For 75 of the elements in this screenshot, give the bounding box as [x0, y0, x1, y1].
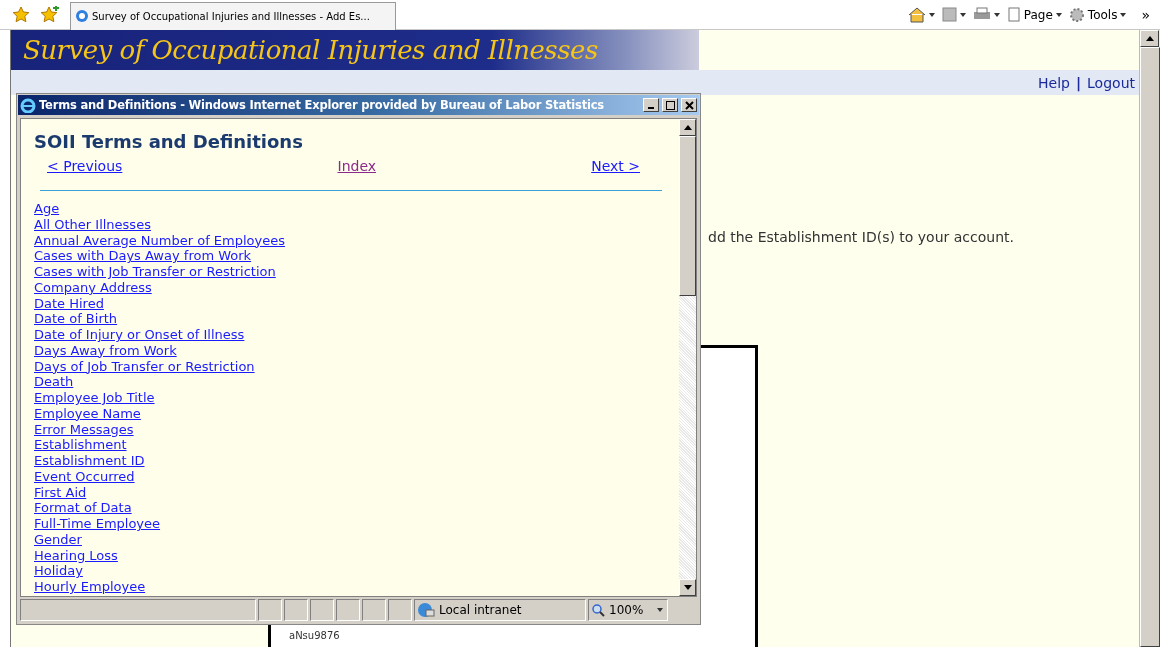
term-link[interactable]: Age [34, 201, 60, 217]
term-link[interactable]: Annual Average Number of Employees [34, 232, 285, 249]
term-link[interactable]: Hourly Employee [34, 579, 146, 595]
logout-link[interactable]: Logout [1087, 74, 1135, 91]
down-arrow-icon [683, 585, 692, 590]
term-link[interactable]: Employee Job Title [34, 390, 155, 406]
term-link[interactable]: Error Messages [34, 421, 134, 438]
dropdown-caret-icon[interactable] [1120, 12, 1127, 17]
term-link[interactable]: Event Occurred [34, 468, 135, 485]
term-link[interactable]: Holiday [34, 563, 83, 579]
password-text: aNsu9876 [289, 630, 340, 641]
scroll-up-button[interactable] [679, 119, 696, 136]
close-icon [684, 100, 694, 110]
dropdown-caret-icon [657, 608, 664, 612]
status-panel [310, 599, 334, 621]
status-panel [284, 599, 308, 621]
popup-heading: SOII Terms and Definitions [34, 131, 303, 152]
magnifier-icon [592, 603, 605, 617]
status-panel [258, 599, 282, 621]
link-separator: | [1075, 74, 1082, 91]
term-link[interactable]: Cases with Days Away from Work [34, 248, 252, 264]
term-link[interactable]: Format of Data [34, 500, 132, 516]
term-link[interactable]: Date of Injury or Onset of Illness [34, 327, 245, 343]
zoom-control[interactable]: 100% [588, 599, 668, 621]
close-button[interactable] [681, 98, 697, 112]
term-link[interactable]: Full-Time Employee [34, 516, 161, 532]
term-link[interactable]: Cases with Job Transfer or Restriction [34, 264, 276, 280]
status-panel [388, 599, 412, 621]
term-link[interactable]: First Aid [34, 484, 87, 501]
dropdown-caret-icon[interactable] [959, 12, 966, 17]
term-link[interactable]: Date Hired [34, 295, 104, 312]
nav-link[interactable]: Index [337, 158, 377, 174]
term-link[interactable]: Company Address [34, 279, 152, 296]
tools-menu[interactable]: Tools [1087, 7, 1118, 22]
term-link[interactable]: Days Away from Work [34, 342, 177, 359]
browser-tab[interactable]: Survey of Occupational Injuries and Illnesses - Add Es... [70, 1, 396, 30]
dropdown-caret-icon[interactable] [993, 12, 1000, 17]
dropdown-caret-icon[interactable] [1055, 12, 1062, 17]
term-link[interactable]: Establishment [34, 437, 127, 453]
scroll-up-button[interactable] [1140, 30, 1159, 47]
term-link[interactable]: Date of Birth [34, 311, 118, 327]
instruction-text: dd the Establishment ID(s) to your account. [708, 229, 1014, 245]
home-icon[interactable] [907, 6, 926, 23]
term-link[interactable]: Gender [34, 531, 82, 548]
term-link[interactable]: All Other Illnesses [34, 216, 151, 233]
nav-link[interactable]: < Previous [47, 158, 123, 174]
up-arrow-icon [1145, 36, 1154, 41]
term-link[interactable]: Establishment ID [34, 453, 145, 469]
status-panel [336, 599, 360, 621]
term-link[interactable]: Hearing Loss [34, 547, 118, 564]
status-panel [362, 599, 386, 621]
star-icon[interactable] [12, 5, 30, 24]
gear-icon [1068, 6, 1085, 23]
maximize-icon [665, 100, 675, 110]
term-link[interactable]: Days of Job Transfer or Restriction [34, 358, 255, 375]
add-star-icon[interactable] [40, 5, 60, 24]
site-title: Survey of Occupational Injuries and Illnesses [23, 35, 598, 65]
zone-text: Local intranet [439, 603, 522, 617]
maximize-button[interactable] [662, 98, 678, 112]
popup-title: Terms and Definitions - Windows Internet Explorer provided by Bureau of Labor Statistics [39, 98, 605, 112]
term-link[interactable]: Employee Name [34, 405, 141, 422]
scroll-thumb[interactable] [679, 136, 696, 296]
dropdown-caret-icon[interactable] [928, 12, 935, 17]
nav-link[interactable]: Next > [591, 158, 640, 174]
scroll-down-button[interactable] [679, 579, 696, 596]
scrollbar[interactable] [679, 119, 696, 596]
help-link[interactable]: Help [1038, 74, 1070, 91]
term-link[interactable]: Death [34, 374, 74, 390]
network-icon [417, 602, 435, 618]
minimize-button[interactable] [643, 98, 659, 112]
page-menu[interactable]: Page [1023, 7, 1053, 22]
up-arrow-icon [683, 125, 692, 130]
print-icon[interactable] [972, 7, 991, 22]
more-button[interactable]: » [1141, 6, 1150, 23]
page-icon [1006, 7, 1021, 22]
